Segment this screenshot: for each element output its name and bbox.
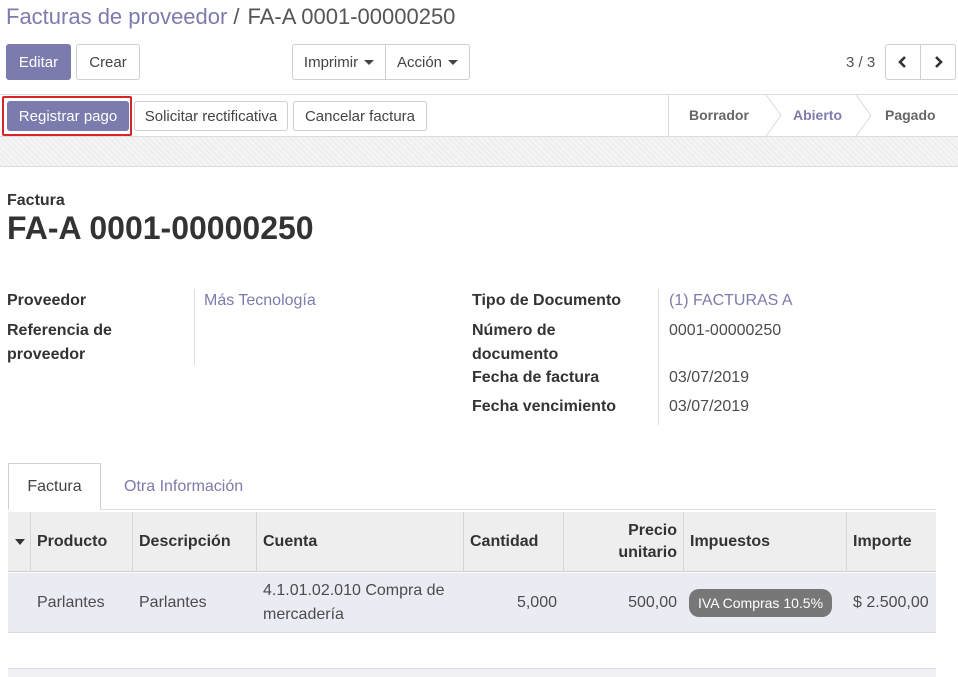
state-paid: Pagado bbox=[885, 107, 936, 123]
pager-value[interactable]: 3 / 3 bbox=[846, 54, 875, 71]
sort-caret-down-icon[interactable] bbox=[14, 538, 26, 546]
table-row[interactable]: Parlantes Parlantes 4.1.01.02.010 Compra… bbox=[8, 573, 936, 633]
invoice-date-value: 03/07/2019 bbox=[669, 369, 750, 386]
request-credit-note-button[interactable]: Solicitar rectificativa bbox=[134, 101, 288, 131]
document-type-field-label: Tipo de Documento bbox=[472, 292, 622, 309]
cell-account-line2: mercadería bbox=[263, 606, 344, 623]
cell-account-line1: 4.1.01.02.010 Compra de bbox=[263, 582, 445, 599]
invoice-lines-header: Producto Descripción Cuenta Cantidad Pre… bbox=[8, 512, 936, 572]
due-date-value: 03/07/2019 bbox=[669, 398, 750, 415]
print-label: Imprimir bbox=[303, 53, 359, 71]
supplier-reference-label: Referencia de proveedor bbox=[7, 319, 112, 367]
invoice-date-label: Fecha de factura bbox=[472, 369, 600, 386]
sheet-background bbox=[0, 137, 958, 167]
column-header-product[interactable]: Producto bbox=[37, 512, 107, 572]
unit-price-header-line2: unitario bbox=[618, 544, 677, 561]
action-label: Acción bbox=[396, 53, 443, 71]
chevron-right-icon bbox=[935, 56, 943, 68]
state-draft: Borrador bbox=[689, 107, 749, 123]
supplier-reference-label-line2: proveedor bbox=[7, 346, 86, 363]
create-button[interactable]: Crear bbox=[76, 44, 140, 80]
state-open: Abierto bbox=[793, 107, 842, 123]
form-statusbar: Registrar pago Solicitar rectificativa C… bbox=[0, 94, 958, 137]
column-divider bbox=[683, 512, 684, 572]
action-dropdown-button[interactable]: Acción bbox=[385, 44, 470, 80]
chevron-left-icon bbox=[898, 56, 906, 68]
field-divider bbox=[658, 289, 659, 425]
supplier-link[interactable]: Más Tecnología bbox=[204, 289, 316, 313]
column-divider bbox=[256, 512, 257, 572]
tab-invoice[interactable]: Factura bbox=[8, 463, 101, 510]
document-number-label-line2: documento bbox=[472, 346, 559, 363]
register-payment-button[interactable]: Registrar pago bbox=[7, 101, 129, 131]
document-number-label-line1: Número de bbox=[472, 322, 556, 339]
document-number-label: Número de documento bbox=[472, 319, 558, 367]
caret-down-icon bbox=[448, 59, 459, 65]
cancel-invoice-button[interactable]: Cancelar factura bbox=[293, 101, 427, 131]
column-header-amount[interactable]: Importe bbox=[853, 512, 912, 572]
field-divider bbox=[194, 289, 195, 365]
breadcrumb-parent-link[interactable]: Facturas de proveedor bbox=[6, 4, 227, 29]
breadcrumb-separator: / bbox=[233, 4, 240, 29]
pager-previous-button[interactable] bbox=[885, 44, 921, 80]
tax-badge: IVA Compras 10.5% bbox=[689, 589, 833, 617]
page-title: FA-A 0001-00000250 bbox=[7, 210, 314, 246]
due-date-label: Fecha vencimiento bbox=[472, 398, 617, 415]
edit-button[interactable]: Editar bbox=[6, 44, 71, 80]
column-header-quantity[interactable]: Cantidad bbox=[470, 512, 538, 572]
cell-product: Parlantes bbox=[37, 594, 105, 611]
supplier-label: Proveedor bbox=[7, 292, 87, 309]
document-number-value: 0001-00000250 bbox=[669, 322, 782, 339]
cell-account: 4.1.01.02.010 Compra de mercadería bbox=[263, 573, 444, 633]
table-footer bbox=[8, 668, 936, 677]
column-header-taxes[interactable]: Impuestos bbox=[690, 512, 770, 572]
breadcrumb-current: FA-A 0001-00000250 bbox=[247, 4, 456, 29]
column-divider bbox=[846, 512, 847, 572]
cell-unit-price: 500,00 bbox=[628, 594, 677, 611]
column-header-description[interactable]: Descripción bbox=[139, 512, 231, 572]
pager-next-button[interactable] bbox=[920, 44, 956, 80]
column-divider bbox=[463, 512, 464, 572]
cell-description: Parlantes bbox=[139, 594, 207, 611]
tabs-baseline bbox=[8, 509, 936, 510]
unit-price-header-line1: Precio bbox=[628, 522, 677, 539]
step-separator-icon bbox=[855, 95, 872, 136]
print-dropdown-button[interactable]: Imprimir bbox=[292, 44, 386, 80]
caret-down-icon bbox=[364, 59, 375, 65]
breadcrumb: Facturas de proveedor / FA-A 0001-00000250 bbox=[6, 4, 455, 30]
supplier-reference-label-line1: Referencia de bbox=[7, 322, 112, 339]
tab-other-info[interactable]: Otra Información bbox=[124, 478, 243, 496]
column-header-unit-price[interactable]: Precio unitario bbox=[564, 512, 677, 572]
document-type-link[interactable]: (1) FACTURAS A bbox=[669, 289, 793, 313]
document-type-label: Factura bbox=[7, 192, 65, 209]
column-divider bbox=[30, 512, 31, 572]
cell-taxes: IVA Compras 10.5% bbox=[689, 573, 833, 633]
cell-amount: $ 2.500,00 bbox=[853, 594, 929, 611]
step-separator-icon bbox=[765, 95, 782, 136]
column-header-account[interactable]: Cuenta bbox=[263, 512, 317, 572]
cell-quantity: 5,000 bbox=[516, 594, 557, 611]
column-divider bbox=[132, 512, 133, 572]
status-steps: Borrador Abierto Pagado bbox=[668, 95, 958, 136]
